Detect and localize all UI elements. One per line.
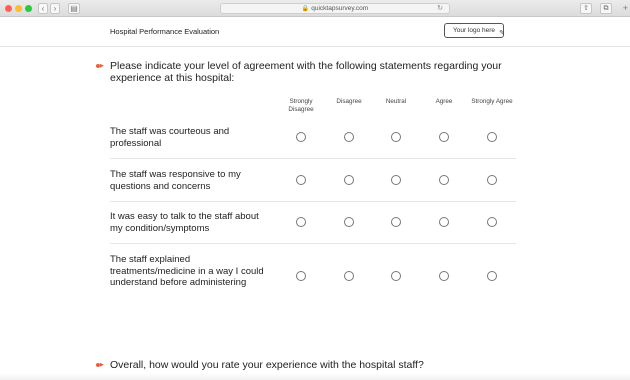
radio-disagree[interactable] [344,271,354,281]
tabs-icon[interactable]: ⧉ [600,3,612,14]
radio-disagree[interactable] [344,175,354,185]
radio-strongly-disagree[interactable] [296,175,306,185]
radio-neutral[interactable] [391,132,401,142]
question-1-text: Please indicate your level of agreement … [110,60,502,84]
radio-agree[interactable] [439,271,449,281]
column-disagree: Disagree [336,98,362,105]
lock-icon: 🔒 [301,6,310,12]
radio-strongly-disagree[interactable] [296,132,306,142]
radio-disagree[interactable] [344,132,354,142]
matrix-row-label: The staff was responsive to my questions… [110,169,241,192]
radio-agree[interactable] [439,132,449,142]
radio-agree[interactable] [439,175,449,185]
row-divider [110,201,516,202]
matrix-row-label: The staff was courteous and professional [110,126,230,149]
edit-icon[interactable]: ✎ [499,27,505,40]
matrix-row-label: It was easy to talk to the staff about m… [110,211,259,234]
share-icon[interactable]: ⇧ [580,3,592,14]
question-marker-icon: ▶ [96,362,104,368]
address-url: quicktapsurvey.com [311,5,369,12]
row-divider [110,243,516,244]
survey-title: Hospital Performance Evaluation [110,27,220,36]
radio-agree[interactable] [439,217,449,227]
back-icon[interactable]: ‹ [38,3,48,14]
page-fold-shadow [0,373,630,380]
column-strongly-agree: Strongly Agree [471,98,513,105]
radio-disagree[interactable] [344,217,354,227]
matrix-row-label: The staff explained treatments/medicine … [110,254,264,288]
radio-strongly-agree[interactable] [487,132,497,142]
sidebar-icon[interactable]: ▤ [68,3,80,14]
reload-icon[interactable]: ↻ [437,4,443,14]
question-2-text: Overall, how would you rate your experie… [110,359,424,371]
survey-header: Hospital Performance Evaluation Your log… [0,17,630,47]
minimize-window-button[interactable] [15,5,22,12]
zoom-window-button[interactable] [25,5,32,12]
logo-placeholder[interactable]: Your logo here ✎ [444,23,505,40]
radio-strongly-agree[interactable] [487,271,497,281]
logo-placeholder-label: Your logo here [452,27,496,34]
browser-toolbar: ‹ › ▤ 🔒 quicktapsurvey.com ↻ ⇧ ⧉ + [0,0,630,17]
radio-neutral[interactable] [391,217,401,227]
column-agree: Agree [435,98,453,105]
column-neutral: Neutral [385,98,407,105]
address-bar[interactable]: 🔒 quicktapsurvey.com ↻ [220,3,450,14]
row-divider [110,158,516,159]
close-window-button[interactable] [5,5,12,12]
new-tab-icon[interactable]: + [623,3,628,13]
question-marker-icon: ▶ [96,63,104,69]
radio-neutral[interactable] [391,175,401,185]
forward-icon[interactable]: › [50,3,60,14]
radio-strongly-disagree[interactable] [296,217,306,227]
radio-strongly-agree[interactable] [487,175,497,185]
column-strongly-disagree: Strongly Disagree [288,98,314,113]
radio-neutral[interactable] [391,271,401,281]
radio-strongly-disagree[interactable] [296,271,306,281]
radio-strongly-agree[interactable] [487,217,497,227]
